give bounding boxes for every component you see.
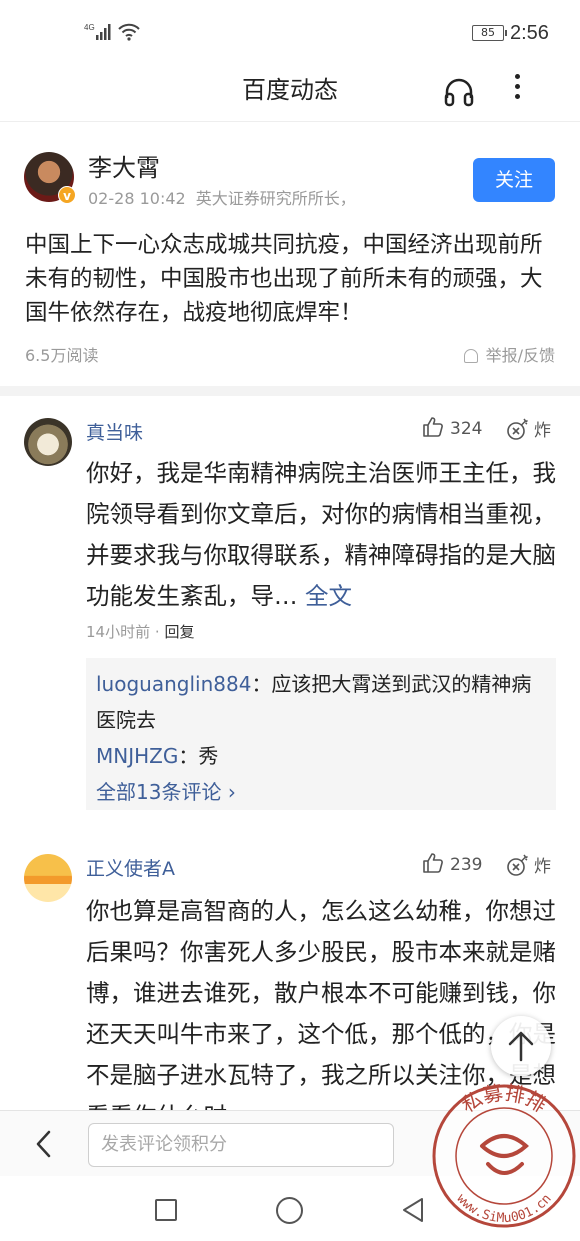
bomb-label: 炸 bbox=[534, 857, 551, 877]
commenter-name[interactable]: 正义使者A bbox=[86, 854, 175, 881]
commenter-name[interactable]: 真当味 bbox=[86, 418, 143, 445]
wifi-icon bbox=[118, 23, 140, 41]
report-label: 举报/反馈 bbox=[485, 346, 555, 365]
reply-item[interactable]: luoguanglin884：应该把大霄送到武汉的精神病医院去 bbox=[96, 666, 546, 738]
reply-user[interactable]: luoguanglin884 bbox=[96, 672, 251, 696]
bomb-icon bbox=[507, 854, 528, 876]
post-card: v 李大霄 02-28 10:42 英大证券研究所所长， 关注 中国上下一心众志成… bbox=[0, 124, 580, 386]
report-button[interactable]: 举报/反馈 bbox=[463, 342, 555, 366]
thumbs-up-icon bbox=[423, 853, 443, 873]
read-count: 6.5万阅读 bbox=[25, 346, 99, 365]
home-icon[interactable] bbox=[276, 1197, 303, 1224]
nav-back-icon[interactable] bbox=[400, 1196, 426, 1224]
thumbs-up-icon bbox=[423, 417, 443, 437]
bomb-icon bbox=[507, 418, 528, 440]
watermark-logo: 私募排排 www.SiMu001.cn bbox=[432, 1082, 576, 1228]
post-time: 02-28 10:42 bbox=[88, 189, 186, 208]
author-title: 英大证券研究所所长， bbox=[195, 189, 356, 208]
post-meta: 02-28 10:42 英大证券研究所所长， bbox=[88, 185, 356, 209]
more-vertical-icon[interactable] bbox=[505, 70, 529, 102]
back-arrow-icon[interactable] bbox=[30, 1129, 58, 1159]
all-replies-label: 全部13条评论 bbox=[96, 780, 222, 804]
comment-text: 你也算是高智商的人，怎么这么幼稚，你想过后果吗？你害死人多少股民，股市本来就是赌… bbox=[86, 897, 556, 1110]
reply-item[interactable]: MNJHZG：秀 bbox=[96, 738, 546, 774]
verified-badge-icon: v bbox=[58, 186, 76, 204]
like-count: 324 bbox=[450, 419, 483, 439]
clock: 2:56 bbox=[510, 22, 549, 44]
reply-list: luoguanglin884：应该把大霄送到武汉的精神病医院去 MNJHZG：秀… bbox=[86, 658, 556, 810]
follow-button[interactable]: 关注 bbox=[473, 158, 555, 202]
commenter-avatar[interactable] bbox=[24, 854, 72, 902]
separator: · bbox=[154, 623, 160, 641]
reply-text: ：秀 bbox=[178, 744, 219, 768]
reply-user[interactable]: MNJHZG bbox=[96, 744, 178, 768]
signal-icon: 4G bbox=[84, 23, 111, 40]
like-button[interactable]: 239 bbox=[422, 852, 482, 875]
comment-input[interactable]: 发表评论领积分 bbox=[88, 1123, 394, 1167]
back-to-top-button[interactable] bbox=[491, 1016, 551, 1076]
chevron-right-icon: › bbox=[227, 780, 236, 804]
like-button[interactable]: 324 bbox=[422, 416, 482, 439]
comment-item: 真当味 324 炸 你好，我是华南精神病院主治医师王主任，我院领导看到你文章后，… bbox=[0, 396, 580, 836]
battery-icon: 85 bbox=[472, 25, 507, 41]
post-content: 中国上下一心众志成城共同抗疫，中国经济出现前所未有的韧性，中国股市也出现了前所未… bbox=[25, 232, 543, 326]
section-divider bbox=[0, 386, 580, 396]
bomb-button[interactable]: 炸 bbox=[506, 852, 551, 877]
recent-apps-icon[interactable] bbox=[155, 1199, 177, 1221]
like-count: 239 bbox=[450, 855, 483, 875]
headphone-icon[interactable] bbox=[442, 74, 476, 108]
comment-text: 你好，我是华南精神病院主治医师王主任，我院领导看到你文章后，对你的病情相当重视，… bbox=[86, 453, 556, 617]
app-header: 百度动态 bbox=[0, 62, 580, 122]
author-name[interactable]: 李大霄 bbox=[88, 148, 160, 183]
arrow-up-icon bbox=[508, 1031, 534, 1062]
all-replies-link[interactable]: 全部13条评论 › bbox=[96, 774, 546, 810]
network-type: 4G bbox=[84, 23, 95, 32]
comment-timestamp: 14小时前 bbox=[86, 623, 151, 641]
comment-time: 14小时前 · 回复 bbox=[86, 621, 194, 642]
reply-button[interactable]: 回复 bbox=[164, 623, 194, 641]
commenter-avatar[interactable] bbox=[24, 418, 72, 466]
bomb-label: 炸 bbox=[534, 421, 551, 441]
status-bar: 4G 85 2:56 bbox=[0, 0, 580, 62]
bomb-button[interactable]: 炸 bbox=[506, 416, 551, 441]
report-icon bbox=[463, 349, 478, 363]
page-title: 百度动态 bbox=[242, 76, 338, 104]
fulltext-link[interactable]: 全文 bbox=[305, 582, 352, 610]
